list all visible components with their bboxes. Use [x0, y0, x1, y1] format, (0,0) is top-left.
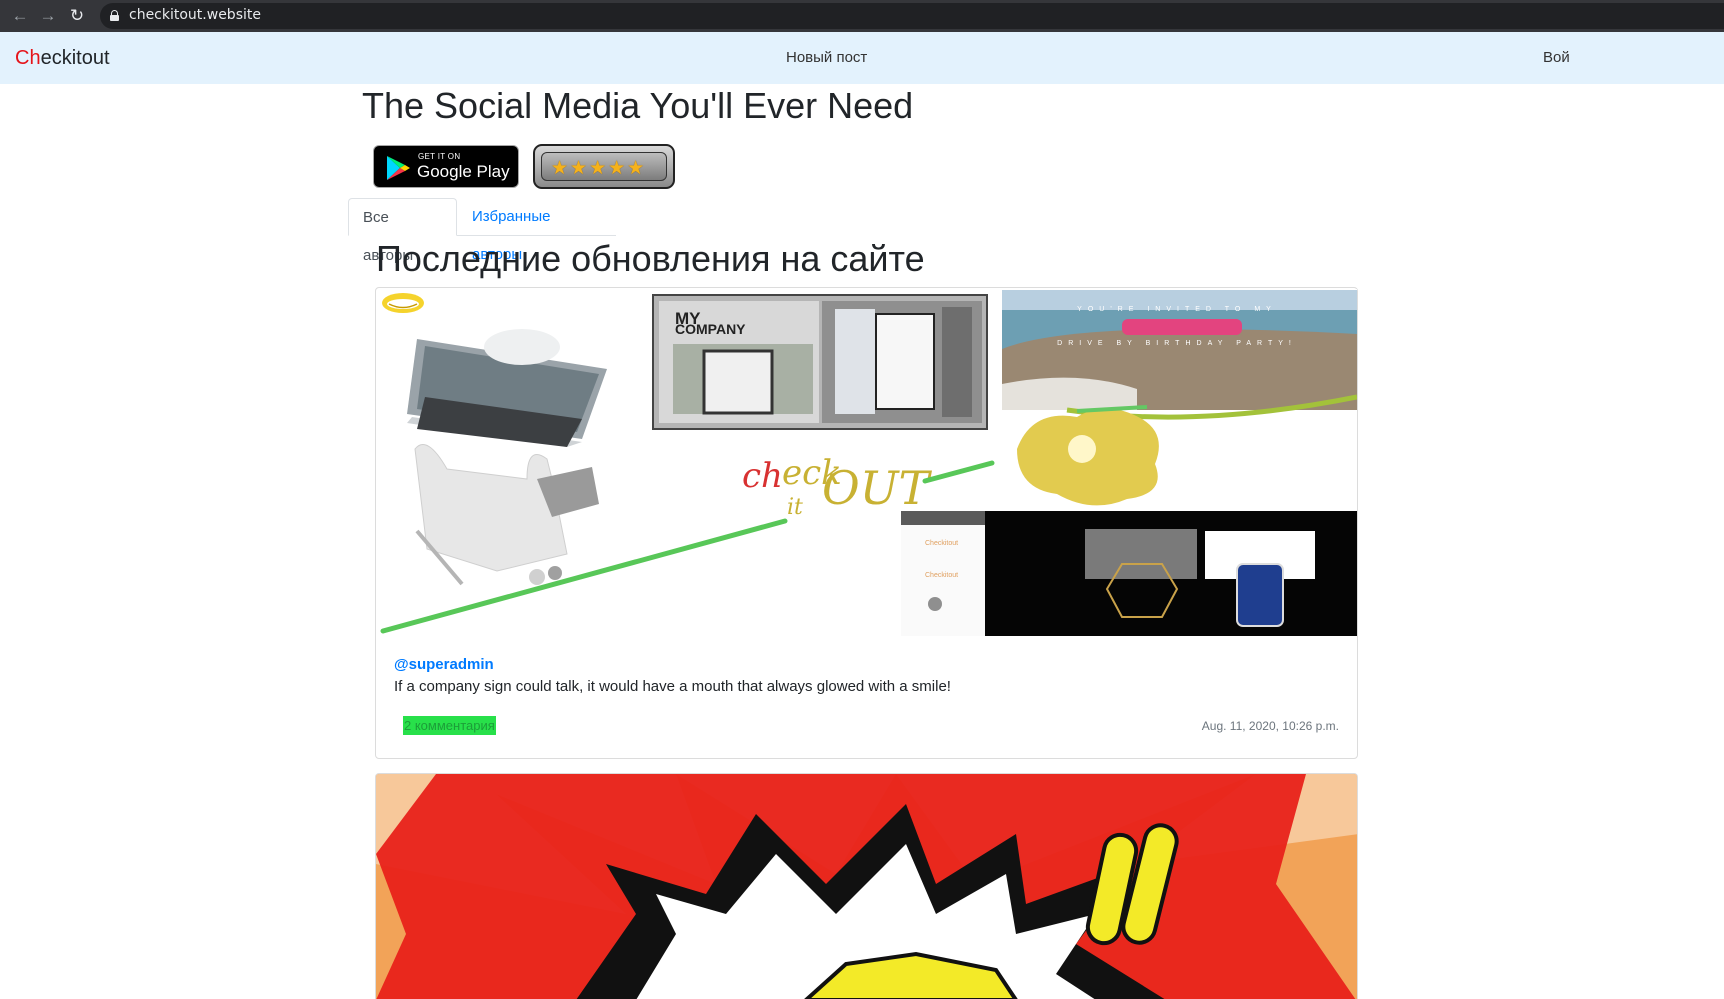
svg-text:Checkitout: Checkitout	[925, 540, 958, 547]
post-image[interactable]: MY COMPANY YOU'RE INVITED TO MY DRIVE BY…	[377, 289, 1357, 636]
comic-burst-image[interactable]	[376, 774, 1358, 999]
brand-logo[interactable]: Checkitout	[15, 47, 110, 70]
laptop-mockup-image	[407, 329, 607, 447]
tote-bag-mockup-image	[414, 444, 599, 586]
arrow-right-icon[interactable]: →	[38, 6, 58, 26]
dark-device-mockup-image: Checkitout Checkitout	[901, 511, 1357, 636]
browser-toolbar: ← → ↻ checkitout.website	[0, 0, 1724, 32]
tab-favorite-authors[interactable]: Избранные авторы	[458, 198, 616, 263]
star-rating-icon: ★★★★★	[551, 158, 647, 179]
svg-text:ch: ch	[742, 456, 783, 496]
birthday-invite-image: YOU'RE INVITED TO MY DRIVE BY BIRTHDAY P…	[1002, 290, 1357, 420]
company-book-mockup-image: MY COMPANY	[652, 294, 988, 430]
svg-text:YOU'RE INVITED TO MY: YOU'RE INVITED TO MY	[1077, 306, 1277, 313]
smiley-icon	[382, 293, 424, 313]
new-post-link[interactable]: Новый пост	[786, 49, 867, 66]
svg-text:Checkitout: Checkitout	[925, 572, 958, 579]
google-play-badge[interactable]: GET IT ON Google Play	[373, 145, 519, 188]
gplay-big-text: Google Play	[417, 162, 510, 181]
google-play-icon	[387, 156, 410, 180]
url-text[interactable]: checkitout.website	[129, 7, 261, 23]
brand-accent: Ch	[15, 47, 41, 69]
arrow-left-icon[interactable]: ←	[10, 6, 30, 26]
reload-icon[interactable]: ↻	[67, 6, 87, 26]
post-text: If a company sign could talk, it would h…	[394, 678, 951, 695]
address-bar[interactable]: checkitout.website	[100, 3, 1724, 29]
feed-title: Последние обновления на сайте	[376, 238, 925, 279]
svg-text:OUT: OUT	[822, 461, 932, 515]
tab-all-authors[interactable]: Все авторы	[348, 198, 457, 264]
svg-text:DRIVE BY BIRTHDAY PARTY!: DRIVE BY BIRTHDAY PARTY!	[1057, 340, 1297, 347]
rating-badge[interactable]: ★★★★★	[533, 144, 675, 189]
brand-rest: eckitout	[40, 47, 110, 69]
site-navbar: Checkitout Новый пост Вой	[0, 32, 1724, 84]
svg-text:COMPANY: COMPANY	[675, 321, 746, 337]
post-author-link[interactable]: @superadmin	[394, 656, 494, 673]
hero-title: The Social Media You'll Ever Need	[362, 85, 914, 126]
post-card: MY COMPANY YOU'RE INVITED TO MY DRIVE BY…	[375, 287, 1358, 759]
lock-icon	[110, 10, 119, 21]
post-card-next	[375, 773, 1358, 999]
post-date: Aug. 11, 2020, 10:26 p.m.	[1201, 719, 1339, 733]
login-link[interactable]: Вой	[1543, 49, 1570, 66]
svg-text:it: it	[787, 495, 803, 520]
author-tabs: Все авторы Избранные авторы	[348, 198, 616, 264]
comments-link[interactable]: 2 комментария	[403, 716, 496, 735]
megaphone-splash-image	[1017, 405, 1159, 506]
gplay-small-text: GET IT ON	[418, 152, 461, 161]
